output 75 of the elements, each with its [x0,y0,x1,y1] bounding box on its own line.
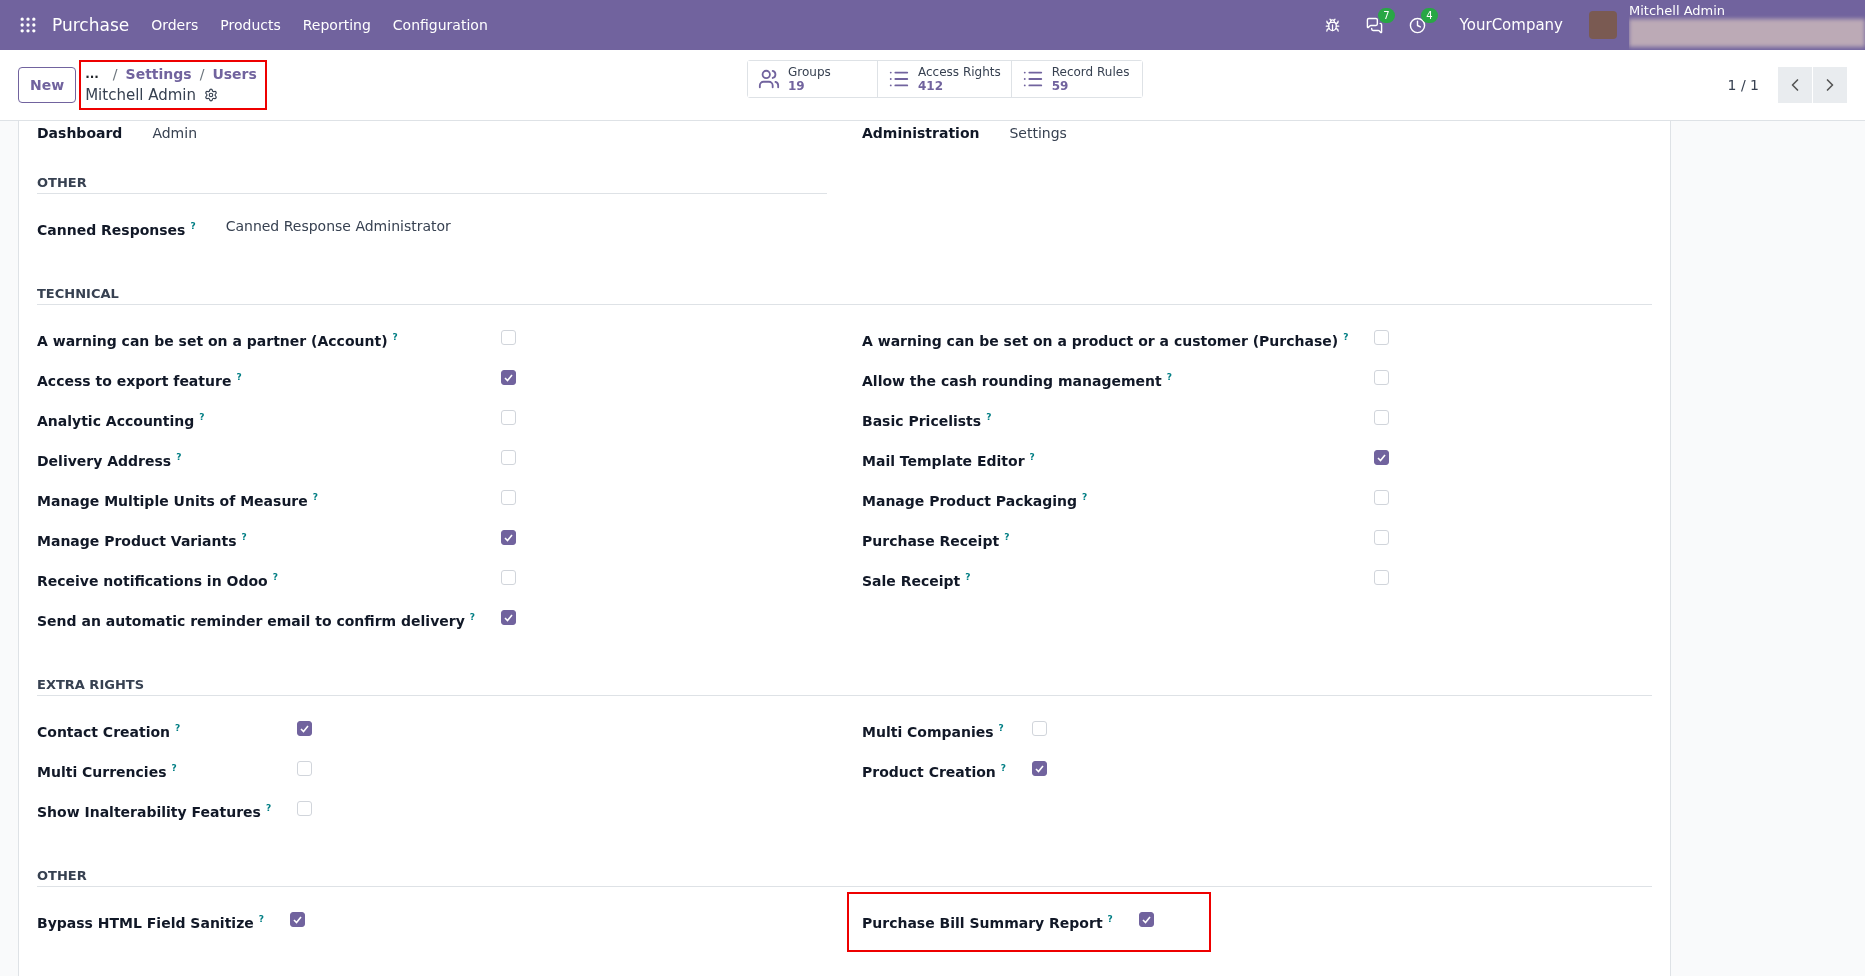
checkbox[interactable] [1032,761,1048,776]
checkbox[interactable] [297,721,313,736]
check-icon [504,373,513,382]
users-icon [758,68,780,90]
checkbox[interactable] [501,370,516,385]
clock-icon[interactable] [1408,16,1426,34]
menu-item[interactable]: Reporting [302,17,371,33]
check-icon [1377,453,1387,462]
check-icon [504,533,513,542]
field-value: Admin [152,124,197,143]
breadcrumb-separator: / [199,66,205,82]
field-label: A warning can be set on a partner (Account) $^{?}$ [37,331,399,351]
field-value: Canned Response Administrator [225,217,451,236]
chat-count-badge: 7 [1378,7,1395,23]
check-icon [293,915,302,924]
previous-button[interactable] [1778,67,1812,103]
check-icon [1035,764,1045,773]
new-button[interactable]: New [18,67,77,103]
apps-grid-icon[interactable] [18,15,38,35]
field-label: Receive notifications in Odoo $^{?}$ [37,571,279,591]
field-label: Manage Multiple Units of Measure $^{?}$ [37,491,319,511]
field-label: Purchase Bill Summary Report $^{?}$ [862,913,1113,933]
company-name[interactable]: YourCompany [1459,16,1563,34]
field-label: Dashboard [37,124,123,143]
checkbox[interactable] [501,610,516,625]
check-icon [1141,915,1151,924]
field-label: Sale Receipt $^{?}$ [862,571,972,591]
check-icon [300,724,310,733]
stat-button[interactable]: Groups 19 [748,61,878,97]
user-name[interactable]: Mitchell Admin [1629,4,1865,17]
field-label: A warning can be set on a product or a customer (Purchase) $^{?}$ [862,331,1349,351]
bug-icon[interactable] [1324,17,1340,33]
next-button[interactable] [1813,67,1847,103]
app-name[interactable]: Purchase [52,15,130,35]
pager-count: 1 / 1 [1727,77,1759,93]
checkbox[interactable] [1138,912,1154,927]
field-label: Product Creation $^{?}$ [862,762,1007,782]
user-avatar[interactable] [1589,11,1617,39]
breadcrumb-ellipsis[interactable]: ... [85,67,99,81]
check-icon [504,613,513,622]
section-title: TECHNICAL [37,286,1652,305]
chat-icon[interactable] [1365,16,1383,34]
field-label: Multi Currencies $^{?}$ [37,762,178,782]
breadcrumb-separator: / [112,66,118,82]
field-label: Bypass HTML Field Sanitize $^{?}$ [37,913,264,933]
breadcrumb-link[interactable]: Settings [125,66,192,82]
field-label: Analytic Accounting $^{?}$ [37,411,206,431]
field-label: Canned Responses $^{?}$ [37,220,196,240]
activity-count-badge: 4 [1421,7,1438,23]
section-title: EXTRA RIGHTS [37,677,1652,696]
field-label: Manage Product Packaging $^{?}$ [862,491,1089,511]
field-label: Contact Creation $^{?}$ [37,722,182,742]
field-label: Manage Product Variants $^{?}$ [37,531,248,551]
field-label: Basic Pricelists $^{?}$ [862,411,993,431]
breadcrumb-link[interactable]: Users [212,66,257,82]
menu-item[interactable]: Configuration [392,17,488,33]
field-label: Delivery Address $^{?}$ [37,451,183,471]
field-label: Mail Template Editor $^{?}$ [862,451,1036,471]
checkbox[interactable] [501,530,516,545]
settings-icon[interactable] [204,88,219,102]
checkbox[interactable] [1374,450,1390,465]
field-label: Multi Companies $^{?}$ [862,722,1005,742]
field-label: Send an automatic reminder email to confirm delivery $^{?}$ [37,611,475,631]
section-title: OTHER [37,175,827,194]
field-label: Administration [862,124,980,143]
menu-item[interactable]: Orders [151,17,199,33]
field-label: Purchase Receipt $^{?}$ [862,531,1011,551]
field-value: Settings [1009,124,1067,143]
record-title: Mitchell Admin [85,86,197,104]
menu-item[interactable]: Products [220,17,281,33]
checkbox[interactable] [290,912,305,927]
field-label: Show Inalterability Features $^{?}$ [37,802,272,822]
section-title: OTHER [37,868,1652,887]
field-label: Allow the cash rounding management $^{?}$ [862,371,1173,391]
field-label: Access to export feature $^{?}$ [37,371,243,391]
